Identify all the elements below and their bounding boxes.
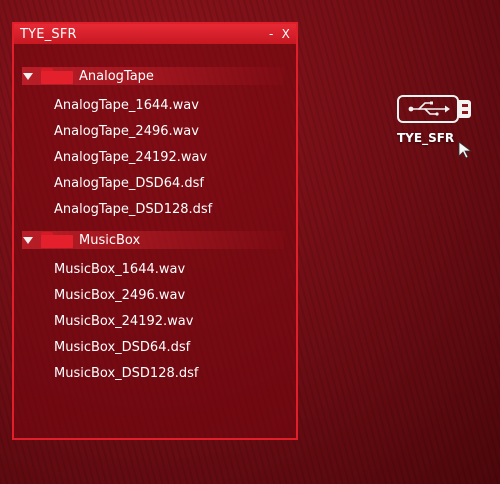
file-item[interactable]: AnalogTape_DSD128.dsf	[54, 202, 212, 217]
file-tree: AnalogTape AnalogTape_1644.wav AnalogTap…	[14, 44, 296, 438]
mouse-cursor-icon	[458, 141, 473, 159]
file-item[interactable]: MusicBox_DSD128.dsf	[54, 366, 198, 381]
file-item[interactable]: AnalogTape_1644.wav	[54, 98, 199, 113]
usb-drive-icon	[397, 95, 459, 123]
file-item[interactable]: AnalogTape_2496.wav	[54, 124, 199, 139]
file-item[interactable]: AnalogTape_24192.wav	[54, 150, 207, 165]
expand-triangle-icon[interactable]	[23, 72, 33, 80]
usb-plug-icon	[459, 100, 471, 118]
drive-label: TYE_SFR	[397, 131, 455, 145]
file-item[interactable]: MusicBox_1644.wav	[54, 262, 185, 277]
folder-row-analogtape[interactable]: AnalogTape	[22, 66, 284, 86]
file-item[interactable]: MusicBox_DSD64.dsf	[54, 340, 190, 355]
close-button[interactable]: X	[282, 27, 290, 41]
folder-label: MusicBox	[79, 232, 141, 248]
file-item[interactable]: MusicBox_24192.wav	[54, 314, 193, 329]
file-browser-window: TYE_SFR - X AnalogTape AnalogTape_1644.w…	[12, 22, 298, 440]
file-item[interactable]: MusicBox_2496.wav	[54, 288, 185, 303]
window-title: TYE_SFR	[20, 26, 77, 42]
minimize-button[interactable]: -	[269, 27, 274, 41]
folder-icon	[41, 68, 73, 84]
expand-triangle-icon[interactable]	[23, 236, 33, 244]
folder-icon	[41, 232, 73, 248]
folder-label: AnalogTape	[79, 68, 154, 84]
file-item[interactable]: AnalogTape_DSD64.dsf	[54, 176, 204, 191]
window-titlebar[interactable]: TYE_SFR - X	[14, 24, 296, 44]
folder-row-musicbox[interactable]: MusicBox	[22, 230, 284, 250]
